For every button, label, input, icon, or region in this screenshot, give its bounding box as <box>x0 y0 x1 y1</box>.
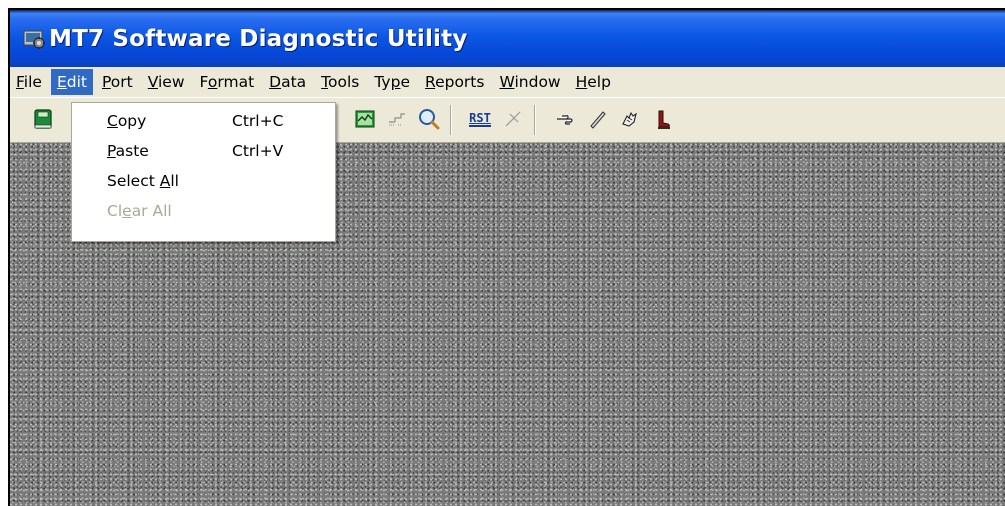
toolbar-separator <box>450 105 452 135</box>
magnifier-icon <box>419 109 440 130</box>
book-icon <box>34 109 52 129</box>
edit-menu-dropdown: Copy Ctrl+C Paste Ctrl+V Select All Clea… <box>71 102 336 242</box>
disconnect-button[interactable] <box>498 104 528 134</box>
shortcut-label: Ctrl+V <box>232 142 284 160</box>
pencil-button[interactable] <box>583 104 613 134</box>
boot-icon <box>658 110 670 129</box>
menu-reports[interactable]: Reports <box>419 69 490 95</box>
menu-port[interactable]: Port <box>96 69 139 95</box>
menu-item-select-all[interactable]: Select All <box>72 166 335 196</box>
pointing-hand-icon <box>557 115 573 125</box>
window-title: MT7 Software Diagnostic Utility <box>49 25 468 52</box>
signal-icon <box>389 113 405 126</box>
app-icon[interactable] <box>23 28 45 50</box>
menu-window[interactable]: Window <box>493 69 566 95</box>
menu-data[interactable]: Data <box>263 69 312 95</box>
menu-file[interactable]: File <box>10 69 48 95</box>
menu-view[interactable]: View <box>142 69 191 95</box>
pencil-icon <box>590 111 606 129</box>
graph-button[interactable] <box>350 104 380 134</box>
hand-icon <box>622 111 637 127</box>
hand-button[interactable] <box>615 104 645 134</box>
exit-button[interactable] <box>647 104 677 134</box>
menu-item-clear-all: Clear All <box>107 202 172 220</box>
toolbar-separator <box>534 105 536 135</box>
menu-tools[interactable]: Tools <box>315 69 365 95</box>
menu-item-paste[interactable]: Paste Ctrl+V <box>72 136 335 166</box>
graph-icon <box>355 110 375 128</box>
shortcut-label: Ctrl+C <box>232 112 284 130</box>
open-book-button[interactable] <box>28 104 58 134</box>
menu-edit[interactable]: Edit <box>50 69 93 95</box>
menu-type[interactable]: Type <box>368 69 416 95</box>
search-button[interactable] <box>414 104 444 134</box>
menu-format[interactable]: Format <box>194 69 261 95</box>
rst-icon: RST <box>469 111 491 127</box>
menu-bar: File Edit Port View Format Data Tools Ty… <box>10 67 1005 97</box>
title-bar[interactable]: MT7 Software Diagnostic Utility <box>10 10 1005 67</box>
menu-item-copy[interactable]: Copy Ctrl+C <box>72 106 335 136</box>
disconnect-icon <box>505 111 521 127</box>
pointer-button[interactable] <box>550 104 580 134</box>
reset-button[interactable]: RST <box>465 104 495 134</box>
screenshot-frame: MT7 Software Diagnostic Utility File Edi… <box>8 8 1005 506</box>
signal-button[interactable] <box>382 104 412 134</box>
app-window: MT7 Software Diagnostic Utility File Edi… <box>10 10 1005 506</box>
menu-help[interactable]: Help <box>570 69 617 95</box>
